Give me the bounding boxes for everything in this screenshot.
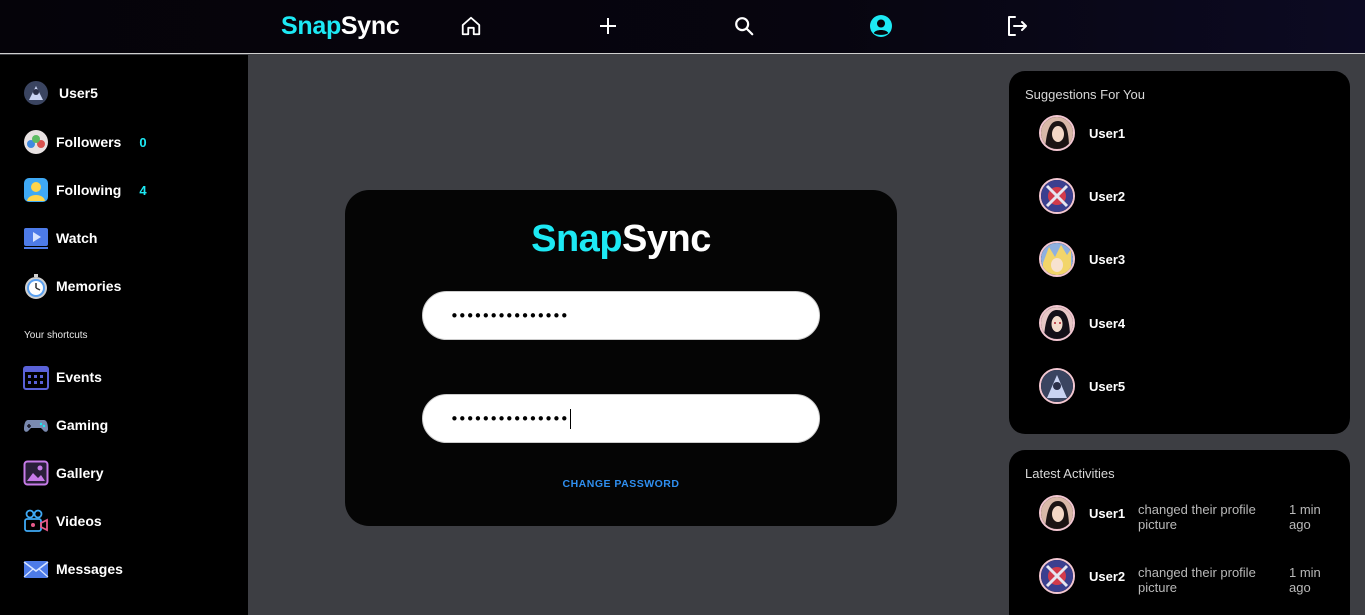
avatar <box>1039 558 1075 594</box>
sidebar-item-profile[interactable]: User5 <box>22 78 98 108</box>
activities-title: Latest Activities <box>1025 466 1115 481</box>
confirm-password-field[interactable]: ••••••••••••••• <box>422 394 820 443</box>
activity-user[interactable]: User2 <box>1039 558 1125 594</box>
password-field[interactable]: ••••••••••••••• <box>422 291 820 340</box>
video-camera-icon <box>22 508 49 535</box>
following-icon <box>22 177 49 204</box>
envelope-icon <box>22 556 49 583</box>
avatar <box>1039 495 1075 531</box>
card-brand-part1: Snap <box>531 218 623 260</box>
sidebar-item-followers[interactable]: Followers 0 <box>22 127 147 157</box>
activity-user[interactable]: User1 <box>1039 495 1125 531</box>
change-password-button[interactable]: CHANGE PASSWORD <box>345 478 897 490</box>
password-field-value: ••••••••••••••• <box>450 306 569 325</box>
sidebar-item-label: User5 <box>59 85 98 101</box>
text-caret <box>569 408 571 429</box>
activity-username: User1 <box>1089 505 1126 521</box>
sidebar-item-videos[interactable]: Videos <box>22 506 102 536</box>
activity-text: changed their profile picture <box>1138 502 1256 532</box>
avatar <box>1039 178 1075 214</box>
suggestions-title: Suggestions For You <box>1025 87 1145 102</box>
activity-text: changed their profile picture <box>1138 565 1256 595</box>
profile-icon[interactable] <box>868 13 894 39</box>
avatar <box>1039 115 1075 151</box>
shortcuts-heading: Your shortcuts <box>24 330 88 341</box>
avatar <box>1039 368 1075 404</box>
suggestion-item[interactable]: User2 <box>1039 178 1125 214</box>
activity-time: 1 min ago <box>1289 502 1321 532</box>
sidebar-item-following[interactable]: Following 4 <box>22 175 147 205</box>
sidebar-item-watch[interactable]: Watch <box>22 223 97 253</box>
sidebar-item-label: Gallery <box>56 465 104 481</box>
confirm-password-field-value: ••••••••••••••• <box>450 409 569 428</box>
sidebar-item-memories[interactable]: Memories <box>22 271 121 301</box>
sidebar-item-gaming[interactable]: Gaming <box>22 410 108 440</box>
suggestion-username: User1 <box>1089 125 1126 141</box>
followers-count: 0 <box>139 134 147 150</box>
sidebar-item-label: Followers <box>56 134 122 150</box>
sidebar-item-label: Memories <box>56 278 122 294</box>
following-count: 4 <box>139 182 147 198</box>
brand-part2: Sync <box>340 12 400 40</box>
activity-username: User2 <box>1089 568 1126 584</box>
brand-part1: Snap <box>281 12 341 40</box>
plus-icon[interactable] <box>595 13 621 39</box>
activity-time: 1 min ago <box>1289 565 1321 595</box>
brand-logo[interactable]: SnapSync <box>281 12 400 41</box>
sidebar-item-label: Messages <box>56 561 123 577</box>
sidebar-item-messages[interactable]: Messages <box>22 554 123 584</box>
avatar <box>1039 305 1075 341</box>
suggestion-item[interactable]: User5 <box>1039 368 1125 404</box>
sidebar-item-label: Gaming <box>56 417 109 433</box>
change-password-card: SnapSync ••••••••••••••• •••••••••••••••… <box>345 190 897 526</box>
logout-icon[interactable] <box>1004 13 1030 39</box>
sidebar-item-events[interactable]: Events <box>22 362 102 392</box>
left-sidebar: User5 Followers 0 Following 4 Watch Memo… <box>0 55 248 615</box>
card-brand-part2: Sync <box>622 218 711 260</box>
gamepad-icon <box>22 412 49 439</box>
sidebar-item-label: Following <box>56 182 122 198</box>
watch-icon <box>22 225 49 252</box>
avatar <box>1039 241 1075 277</box>
suggestion-username: User3 <box>1089 251 1126 267</box>
suggestion-username: User2 <box>1089 188 1126 204</box>
suggestion-item[interactable]: User3 <box>1039 241 1125 277</box>
calendar-icon <box>22 364 49 391</box>
followers-icon <box>22 129 49 156</box>
sidebar-item-label: Videos <box>56 513 102 529</box>
sidebar-item-label: Watch <box>56 230 98 246</box>
card-brand-logo: SnapSync <box>345 218 897 261</box>
sidebar-item-label: Events <box>56 369 102 385</box>
suggestions-panel: Suggestions For You User1 User2 User3 Us… <box>1009 71 1350 434</box>
activities-panel: Latest Activities User1 changed their pr… <box>1009 450 1350 615</box>
suggestion-item[interactable]: User1 <box>1039 115 1125 151</box>
top-navbar: SnapSync <box>0 0 1365 54</box>
suggestion-item[interactable]: User4 <box>1039 305 1125 341</box>
image-icon <box>22 460 49 487</box>
search-icon[interactable] <box>731 13 757 39</box>
user-avatar-icon <box>22 80 49 107</box>
stopwatch-icon <box>22 273 49 300</box>
sidebar-item-gallery[interactable]: Gallery <box>22 458 103 488</box>
suggestion-username: User5 <box>1089 378 1126 394</box>
home-icon[interactable] <box>458 13 484 39</box>
suggestion-username: User4 <box>1089 315 1126 331</box>
